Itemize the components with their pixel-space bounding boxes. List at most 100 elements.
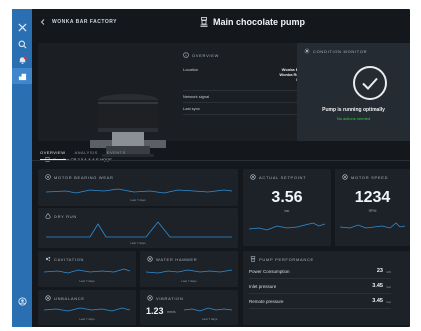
inlet-unit: bar <box>386 285 391 289</box>
tab-divider <box>32 160 410 161</box>
dry-run-title: DRY RUN <box>54 213 77 219</box>
chevron-left-icon <box>40 19 45 25</box>
performance-heading: PUMP PERFORMANCE <box>250 256 314 262</box>
status-ok-circle <box>353 66 387 100</box>
location-label: Location <box>183 67 199 72</box>
bearing-wear-sparkline <box>46 188 232 194</box>
unbalance-footer: Last 7 days <box>79 317 95 321</box>
topbar: WONKA BAR FACTORY Main chocolate pump <box>32 9 410 43</box>
water-hammer-title: WATER HAMMER <box>156 256 198 262</box>
network-label: Network signal <box>183 94 210 99</box>
tab-bar: OVERVIEW ANALYSIS EVENTS <box>40 150 126 160</box>
motor-speed-card: MOTOR SPEED 1234 RPM <box>335 169 410 246</box>
speed-icon <box>342 174 348 180</box>
tab-events[interactable]: EVENTS <box>107 150 126 160</box>
alert-bell-icon <box>19 55 27 64</box>
power-unit: kW <box>386 270 391 274</box>
performance-row-power: Power Consumption 23 kW <box>249 265 391 279</box>
condition-status: Pump is running optimally <box>322 107 385 113</box>
performance-title: PUMP PERFORMANCE <box>259 256 314 262</box>
motor-speed-value: 1234 <box>354 189 391 206</box>
tools-icon <box>17 22 27 32</box>
motor-speed-heading: MOTOR SPEED <box>342 174 388 180</box>
bearing-icon <box>45 174 51 180</box>
condition-monitor-title: CONDITION MONITOR <box>313 48 368 54</box>
sidebar <box>12 9 32 327</box>
inlet-value: 3.45 <box>372 283 383 289</box>
setpoint-unit: bar <box>284 209 290 213</box>
droplet-icon <box>45 213 51 219</box>
bearing-wear-title: MOTOR BEARING WEAR <box>54 174 114 180</box>
cavitation-title: CAVITATION <box>54 256 85 262</box>
sidebar-item-tools[interactable] <box>12 19 32 35</box>
cavitation-card: CAVITATION Last 7 days <box>38 251 136 287</box>
page-title: Main chocolate pump <box>200 17 305 27</box>
dry-run-sparkline <box>46 221 232 238</box>
tab-analysis[interactable]: ANALYSIS <box>75 150 98 160</box>
tab-overview[interactable]: OVERVIEW <box>40 150 66 160</box>
dry-run-heading: DRY RUN <box>45 213 77 219</box>
vibration-card: VIBRATION 1.23 mm/s Last 7 days <box>140 290 238 325</box>
sidebar-item-alerts[interactable] <box>12 52 32 68</box>
vibration-icon <box>147 295 153 301</box>
inlet-label: Inlet pressure <box>249 284 277 289</box>
setpoint-value: 3.56 <box>271 189 303 206</box>
overview-title: OVERVIEW <box>192 52 220 58</box>
pump-performance-icon <box>250 256 256 262</box>
performance-row-inlet: Inlet pressure 3.45 bar <box>249 280 391 294</box>
back-link[interactable]: WONKA BAR FACTORY <box>40 19 117 25</box>
condition-monitor-heading: CONDITION MONITOR <box>304 48 367 54</box>
condition-substatus: No actions needed <box>336 116 371 121</box>
performance-row-remote: Remote pressure 3.45 bar <box>249 295 391 309</box>
settings-icon <box>304 48 310 54</box>
info-icon <box>183 52 189 58</box>
unbalance-card: UNBALANCE Last 7 days <box>38 290 136 325</box>
water-hammer-card: WATER HAMMER Last 7 days <box>140 251 238 287</box>
sidebar-item-dashboard[interactable] <box>12 68 32 84</box>
remote-label: Remote pressure <box>249 299 284 304</box>
checkmark-icon <box>362 77 378 90</box>
motor-speed-title: MOTOR SPEED <box>351 174 389 180</box>
main-content: WONKA BAR FACTORY Main chocolate pump OV… <box>32 9 410 327</box>
sidebar-item-user[interactable] <box>12 293 32 309</box>
vibration-footer: Last 7 days <box>202 317 218 321</box>
cavitation-sparkline <box>44 268 130 274</box>
app-window: WONKA BAR FACTORY Main chocolate pump OV… <box>12 9 410 327</box>
dry-run-footer: Last 7 days <box>130 241 146 245</box>
bearing-wear-card: MOTOR BEARING WEAR Last 7 days <box>38 169 238 206</box>
water-hammer-sparkline <box>146 269 232 274</box>
vibration-unit: mm/s <box>167 310 176 314</box>
vibration-sparkline <box>184 307 232 312</box>
remote-value: 3.45 <box>372 298 383 304</box>
back-label: WONKA BAR FACTORY <box>52 19 117 25</box>
pump-icon <box>200 17 208 27</box>
water-hammer-footer: Last 7 days <box>181 279 197 283</box>
overview-heading: OVERVIEW <box>183 52 219 58</box>
unbalance-title: UNBALANCE <box>54 295 85 301</box>
vibration-heading: VIBRATION <box>147 295 184 301</box>
unbalance-heading: UNBALANCE <box>45 295 85 301</box>
vibration-title: VIBRATION <box>156 295 184 301</box>
remote-unit: bar <box>386 300 391 304</box>
last-sync-label: Last sync <box>183 106 200 111</box>
setpoint-card: ACTUAL SETPOINT 3.56 bar <box>243 169 331 246</box>
setpoint-heading: ACTUAL SETPOINT <box>250 174 306 180</box>
vibration-value: 1.23 <box>146 306 164 316</box>
cavitation-heading: CAVITATION <box>45 256 84 262</box>
dry-run-card: DRY RUN Last 7 days <box>38 208 238 248</box>
bearing-wear-heading: MOTOR BEARING WEAR <box>45 174 114 180</box>
motor-speed-unit: RPM <box>368 209 377 213</box>
user-icon <box>17 296 27 306</box>
cavitation-icon <box>45 256 51 262</box>
pump-performance-card: PUMP PERFORMANCE Power Consumption 23 kW… <box>243 251 410 325</box>
bearing-wear-footer: Last 7 days <box>130 198 146 202</box>
unbalance-icon <box>45 295 51 301</box>
sidebar-item-search[interactable] <box>12 36 32 52</box>
search-icon <box>18 40 26 48</box>
condition-monitor-card: CONDITION MONITOR Pump is running optima… <box>297 43 410 141</box>
water-hammer-heading: WATER HAMMER <box>147 256 197 262</box>
target-icon <box>250 174 256 180</box>
power-value: 23 <box>376 268 383 274</box>
setpoint-sparkline <box>249 222 325 231</box>
dashboard-icon <box>18 73 26 80</box>
